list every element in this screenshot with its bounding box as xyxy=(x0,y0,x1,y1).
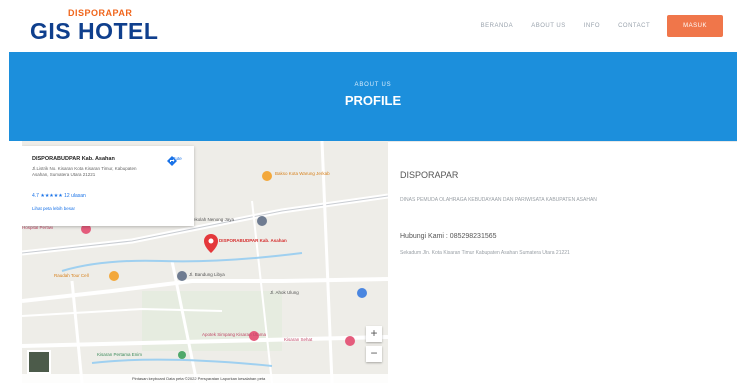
hero-banner: ABOUT US PROFILE xyxy=(9,52,737,141)
place-rating: 4.7 ★★★★★ 12 ulasan xyxy=(32,193,86,199)
nav-item-contact[interactable]: CONTACT xyxy=(618,23,650,29)
map-info-card: DISPORABUDPAR Kab. Asahan Jl.Listrik No.… xyxy=(22,146,194,226)
embedded-map[interactable]: Bakso Kota Warung Jerkab Sekolah Nenong … xyxy=(22,141,388,383)
login-button[interactable]: MASUK xyxy=(667,15,723,37)
place-icon[interactable] xyxy=(177,271,187,281)
profile-content: Bakso Kota Warung Jerkab Sekolah Nenong … xyxy=(22,141,737,383)
shop-icon[interactable] xyxy=(109,271,119,281)
contact-phone: Hubungi Kami : 085298231565 xyxy=(400,233,497,240)
site-logo[interactable]: DISPORAPAR GIS HOTEL xyxy=(30,8,170,46)
profile-info-panel: DISPORAPAR DINAS PEMUDA OLAHRAGA KEBUDAY… xyxy=(388,141,737,383)
park-icon[interactable] xyxy=(178,351,186,359)
logo-title: GIS HOTEL xyxy=(30,18,159,44)
view-larger-map-link[interactable]: Lihat peta lebih besar xyxy=(32,206,75,211)
page-title: PROFILE xyxy=(344,93,402,108)
nav-item-info[interactable]: INFO xyxy=(584,23,600,29)
zoom-out-button[interactable]: − xyxy=(366,346,382,362)
organization-name: DISPORAPAR xyxy=(400,170,459,180)
food-icon[interactable] xyxy=(262,171,272,181)
map-label: Sekolah Nenong Jaya xyxy=(190,217,235,222)
zoom-in-button[interactable]: + xyxy=(366,326,382,342)
map-footer: Pintasan keyboard Data peta ©2022 Persya… xyxy=(22,374,388,383)
directions-button[interactable]: Rute xyxy=(167,156,187,166)
clinic-icon[interactable] xyxy=(345,336,355,346)
school-icon[interactable] xyxy=(257,216,267,226)
mosque-icon[interactable] xyxy=(357,288,367,298)
logo-subtitle: DISPORAPAR xyxy=(68,8,133,18)
map-label: Kisaran Pertama Enim xyxy=(97,352,143,357)
place-title: DISPORABUDPAR Kab. Asahan xyxy=(32,156,115,162)
map-label: Bakso Kota Warung Jerkab xyxy=(275,171,330,176)
site-header: DISPORAPAR GIS HOTEL BERANDA ABOUT US IN… xyxy=(0,0,737,52)
nav-item-beranda[interactable]: BERANDA xyxy=(481,23,514,29)
map-attribution[interactable]: Pintasan keyboard Data peta ©2022 Persya… xyxy=(132,376,265,381)
organization-address: Sekadum Jln. Kota Kisaran Timur Kabupate… xyxy=(400,250,570,256)
map-label: Kisaran Sehat xyxy=(284,337,313,342)
satellite-toggle[interactable] xyxy=(27,350,51,374)
organization-description: DINAS PEMUDA OLAHRAGA KEBUDAYAAN DAN PAR… xyxy=(400,197,597,203)
map-label: Raudah Tour Cell xyxy=(54,273,89,278)
nav-item-about[interactable]: ABOUT US xyxy=(531,23,566,29)
map-label: DISPORABUDPAR Kab. Asahan xyxy=(219,238,287,243)
map-label: Jl. Ahok Ulung xyxy=(270,290,299,295)
directions-icon xyxy=(167,156,177,166)
place-address: Jl.Listrik No. Kisaran Kota Kisaran Timu… xyxy=(32,166,137,177)
map-label: Jl. Bandung Libya xyxy=(189,272,225,277)
map-label: Apotek Simpang Kisaran Utama xyxy=(202,332,267,337)
hero-subtitle: ABOUT US xyxy=(354,82,392,88)
main-nav: BERANDA ABOUT US INFO CONTACT MASUK xyxy=(472,14,723,38)
